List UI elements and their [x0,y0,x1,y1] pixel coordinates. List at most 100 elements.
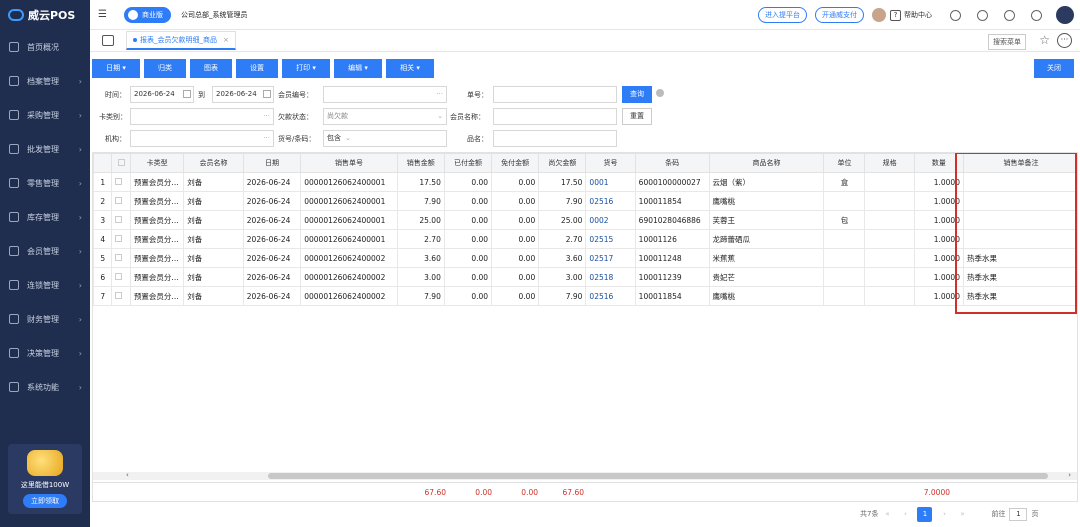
sidebar-item-7[interactable]: 连锁管理 › [0,268,90,302]
related-button[interactable]: 相关 ▾ [386,59,434,78]
row-checkbox[interactable] [115,196,123,204]
goods-input[interactable]: 包含 ⌄ [323,130,447,147]
sidebar-item-3[interactable]: 批发管理 › [0,132,90,166]
info-icon[interactable] [950,9,961,21]
last-page-icon[interactable]: » [956,510,968,518]
settings-button[interactable]: 设置 [236,59,278,78]
table-row[interactable]: 6 预置会员分... 刘备 2026-06-24 00000126062400002 3.… [93,267,1077,287]
table-cell[interactable] [111,191,131,211]
sidebar-item-4[interactable]: 零售管理 › [0,166,90,200]
column-header[interactable]: 销售单号 [300,153,398,173]
column-header[interactable]: 免付金额 [491,153,540,173]
menu-search-input[interactable]: 搜索菜单 [988,34,1026,50]
sidebar-item-2[interactable]: 采购管理 › [0,98,90,132]
chart-button[interactable]: 图表 [190,59,232,78]
column-header[interactable]: 单位 [823,153,866,173]
collapse-menu-icon[interactable]: ☰ [98,9,118,20]
member-name-input[interactable] [493,108,617,125]
next-page-icon[interactable]: › [938,510,950,518]
table-row[interactable]: 3 预置会员分... 刘备 2026-06-24 00000126062400001 25… [93,210,1077,230]
table-cell[interactable] [111,248,131,268]
star-icon[interactable]: ☆ [1039,33,1050,47]
ellipsis-icon[interactable]: ··· [263,131,270,146]
row-checkbox[interactable] [115,234,123,242]
row-checkbox[interactable] [115,291,123,299]
scroll-thumb[interactable] [268,473,1048,479]
date-button[interactable]: 日期 ▾ [92,59,140,78]
column-header[interactable]: 规格 [864,153,915,173]
classify-button[interactable]: 归类 [144,59,186,78]
column-header[interactable] [93,153,113,173]
column-header[interactable]: 日期 [242,153,302,173]
row-checkbox[interactable] [115,177,123,185]
table-cell[interactable] [111,210,131,230]
table-row[interactable]: 1 预置会员分... 刘备 2026-06-24 00000126062400001 17… [93,172,1077,192]
table-cell[interactable] [111,286,131,306]
sidebar-item-10[interactable]: 系统功能 › [0,370,90,404]
column-header[interactable]: 已付金额 [443,153,493,173]
bill-no-input[interactable] [493,86,617,103]
sidebar-item-5[interactable]: 库存管理 › [0,200,90,234]
column-header[interactable]: 货号 [585,153,636,173]
date-from-field[interactable]: 2026-06-24 [130,86,194,103]
more-icon[interactable]: ··· [1057,33,1072,48]
select-all-checkbox[interactable] [117,158,125,166]
help-icon[interactable]: ? [890,9,901,21]
horizontal-scrollbar[interactable]: ‹ › [93,471,1077,480]
query-button[interactable]: 查询 [622,86,652,103]
scroll-left-icon[interactable]: ‹ [126,471,129,479]
column-header[interactable]: 卡类型 [129,153,185,173]
lock-icon[interactable] [1004,9,1015,21]
close-button[interactable]: 关闭 [1034,59,1074,78]
home-icon[interactable] [102,35,114,46]
scroll-right-icon[interactable]: › [1068,471,1071,479]
arrears-select[interactable]: 尚欠款 ⌄ [323,108,447,125]
help-circle-icon[interactable] [656,89,664,97]
member-no-input[interactable]: ··· [323,86,447,103]
card-type-input[interactable]: ··· [130,108,274,125]
goto-page-input[interactable]: 1 [1009,507,1028,521]
tab-report[interactable]: 报表_会员欠款明细_商品 × [126,31,236,50]
product-input[interactable] [493,130,617,147]
sidebar-item-6[interactable]: 会员管理 › [0,234,90,268]
page-1[interactable]: 1 [917,506,933,522]
help-center-link[interactable]: 帮助中心 [904,10,932,20]
enter-platform-button[interactable]: 进入提平台 [758,7,807,23]
column-header[interactable]: 会员名称 [183,153,244,173]
table-row[interactable]: 5 预置会员分... 刘备 2026-06-24 00000126062400002 3.… [93,248,1077,268]
power-icon[interactable] [1031,9,1042,21]
print-button[interactable]: 打印 ▾ [282,59,330,78]
table-cell[interactable] [111,267,131,287]
sidebar-item-8[interactable]: 财务管理 › [0,302,90,336]
column-header[interactable] [111,153,131,173]
column-header[interactable]: 商品名称 [708,153,825,173]
row-checkbox[interactable] [115,215,123,223]
table-row[interactable]: 7 预置会员分... 刘备 2026-06-24 00000126062400002 7.… [93,286,1077,306]
table-cell[interactable] [111,229,131,249]
org-input[interactable]: ··· [130,130,274,147]
promo-button[interactable]: 立即领取 [23,494,67,508]
edition-badge[interactable]: 商业版 [124,6,171,23]
column-header[interactable]: 销售金额 [396,153,445,173]
ellipsis-icon[interactable]: ··· [436,87,443,102]
date-to-field[interactable]: 2026-06-24 [212,86,274,103]
open-pay-button[interactable]: 开通威支付 [815,7,864,23]
bell-icon[interactable] [977,9,988,21]
sidebar-item-9[interactable]: 决策管理 › [0,336,90,370]
ellipsis-icon[interactable]: ··· [263,109,270,124]
first-page-icon[interactable]: « [881,510,893,518]
user-menu-icon[interactable] [1056,6,1074,24]
edit-button[interactable]: 编辑 ▾ [334,59,382,78]
sidebar-item-0[interactable]: 首页概况 [0,30,90,64]
reset-button[interactable]: 重置 [622,108,652,125]
column-header[interactable]: 尚欠金额 [538,153,587,173]
row-checkbox[interactable] [115,253,123,261]
prev-page-icon[interactable]: ‹ [899,510,911,518]
avatar[interactable] [872,8,886,22]
table-row[interactable]: 2 预置会员分... 刘备 2026-06-24 00000126062400001 7.… [93,191,1077,211]
column-header[interactable]: 条码 [634,153,710,173]
table-cell[interactable] [111,172,131,192]
close-tab-icon[interactable]: × [223,36,229,44]
table-row[interactable]: 4 预置会员分... 刘备 2026-06-24 00000126062400001 2.… [93,229,1077,249]
row-checkbox[interactable] [115,272,123,280]
